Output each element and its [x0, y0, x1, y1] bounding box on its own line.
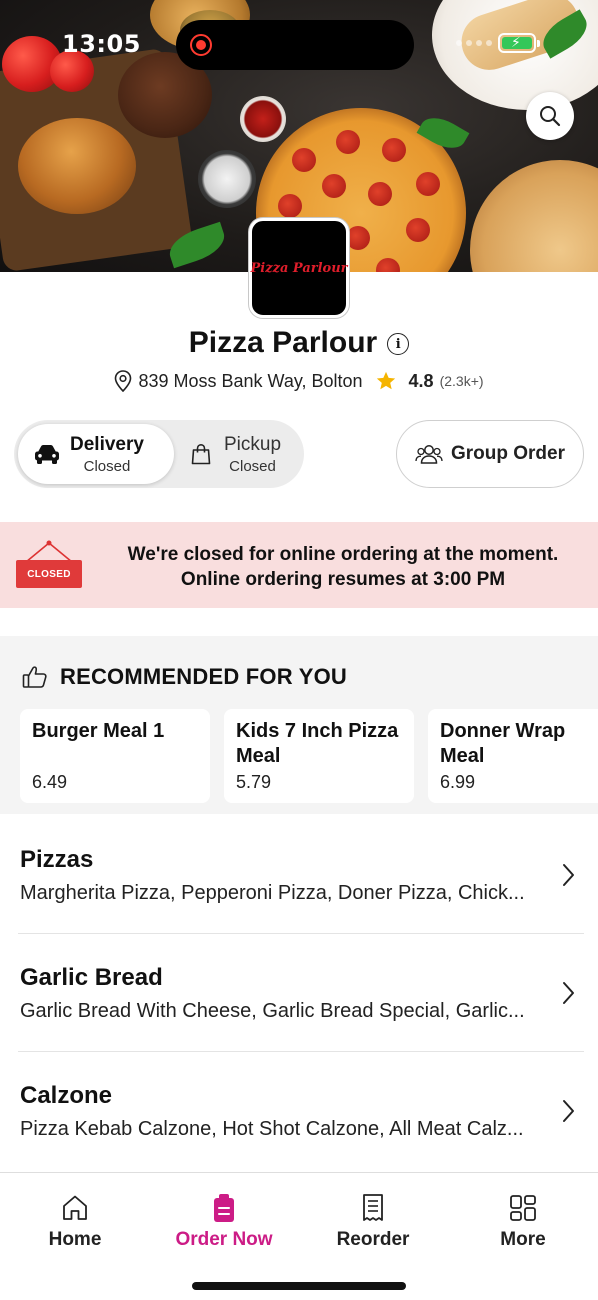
- home-icon: [63, 1195, 87, 1220]
- group-order-button[interactable]: Group Order: [396, 420, 584, 488]
- car-icon: [35, 445, 59, 464]
- recommended-section: RECOMMENDED FOR YOU Burger Meal 1 6.49 K…: [0, 636, 598, 814]
- shopping-bag-icon: [191, 443, 211, 465]
- nav-more-label: More: [500, 1229, 546, 1250]
- recommended-header: RECOMMENDED FOR YOU: [22, 664, 347, 690]
- nav-order-now-label: Order Now: [175, 1229, 273, 1250]
- delivery-option[interactable]: Delivery Closed: [18, 424, 174, 484]
- closed-message-line2: Online ordering resumes at 3:00 PM: [180, 569, 506, 590]
- pickup-label: Pickup: [224, 433, 282, 455]
- category-name: Garlic Bread: [20, 964, 163, 991]
- group-icon: [415, 445, 443, 464]
- recommended-item-price: 6.99: [440, 772, 476, 792]
- search-icon: [540, 106, 561, 127]
- category-name: Calzone: [20, 1082, 113, 1109]
- category-row-garlic-bread[interactable]: Garlic Bread Garlic Bread With Cheese, G…: [0, 934, 598, 1052]
- restaurant-logo: Pizza Parlour: [249, 218, 349, 318]
- nav-more[interactable]: More: [458, 1193, 588, 1251]
- grid-icon: [510, 1195, 536, 1221]
- order-icon: [214, 1194, 234, 1222]
- restaurant-title-row: Pizza Parlour i: [0, 326, 598, 360]
- status-time: 13:05: [62, 30, 141, 58]
- nav-reorder[interactable]: Reorder: [308, 1193, 438, 1251]
- recommended-item-price: 5.79: [236, 772, 272, 792]
- category-items: Garlic Bread With Cheese, Garlic Bread S…: [20, 1000, 525, 1022]
- address-row: 839 Moss Bank Way, Bolton 4.8 (2.3k+): [0, 370, 598, 392]
- recommended-item-name: Donner Wrap Meal: [440, 720, 566, 767]
- pickup-state: Closed: [229, 457, 276, 475]
- nav-order-now[interactable]: Order Now: [159, 1193, 289, 1251]
- rating-count: (2.3k+): [439, 373, 484, 389]
- star-icon: [376, 371, 395, 390]
- nav-home[interactable]: Home: [10, 1193, 140, 1251]
- order-mode-toggle: Delivery Closed Pickup Closed: [14, 420, 304, 488]
- pizza-decor: [470, 160, 598, 272]
- battery-icon: ⚡: [498, 33, 540, 53]
- rating-value: 4.8: [408, 370, 434, 391]
- recommended-item[interactable]: Donner Wrap Meal 6.99: [428, 709, 598, 803]
- chevron-right-icon: [563, 864, 574, 886]
- salt-bowl-decor: [198, 150, 256, 208]
- sauce-bowl-decor: [240, 96, 286, 142]
- delivery-label: Delivery: [70, 433, 144, 455]
- pickup-option[interactable]: Pickup Closed: [180, 424, 300, 484]
- category-items: Pizza Kebab Calzone, Hot Shot Calzone, A…: [20, 1118, 524, 1140]
- restaurant-address: 839 Moss Bank Way, Bolton: [138, 370, 363, 391]
- logo-text: Pizza Parlour: [250, 260, 348, 276]
- closed-sign-text: CLOSED: [27, 568, 71, 580]
- closed-message: We're closed for online ordering at the …: [110, 542, 576, 592]
- recording-indicator-icon: [190, 34, 212, 56]
- info-icon[interactable]: i: [387, 333, 410, 355]
- category-items: Margherita Pizza, Pepperoni Pizza, Doner…: [20, 882, 525, 904]
- delivery-state: Closed: [83, 457, 131, 475]
- category-row-calzone[interactable]: Calzone Pizza Kebab Calzone, Hot Shot Ca…: [0, 1052, 598, 1170]
- closed-message-line1: We're closed for online ordering at the …: [127, 544, 559, 565]
- thumbs-up-icon: [22, 666, 47, 688]
- nav-reorder-label: Reorder: [336, 1229, 410, 1250]
- burger-decor: [18, 118, 136, 214]
- group-order-label: Group Order: [450, 443, 565, 464]
- restaurant-name: Pizza Parlour: [188, 326, 378, 359]
- closed-sign-icon: CLOSED: [16, 540, 82, 590]
- signal-icon: [456, 40, 492, 46]
- recommended-item-price: 6.49: [32, 772, 68, 792]
- chevron-right-icon: [563, 982, 574, 1004]
- home-indicator: [192, 1282, 406, 1290]
- recommended-item[interactable]: Burger Meal 1 6.49: [20, 709, 210, 803]
- category-name: Pizzas: [20, 846, 94, 873]
- receipt-icon: [363, 1194, 383, 1221]
- bottom-nav: Home Order Now Reorder More: [0, 1172, 598, 1300]
- category-row-pizzas[interactable]: Pizzas Margherita Pizza, Pepperoni Pizza…: [0, 816, 598, 934]
- closed-banner: CLOSED We're closed for online ordering …: [0, 522, 598, 608]
- recommended-item-name: Burger Meal 1: [32, 720, 165, 742]
- recommended-item-name: Kids 7 Inch Pizza Meal: [236, 720, 399, 767]
- chevron-right-icon: [563, 1100, 574, 1122]
- recommended-item[interactable]: Kids 7 Inch Pizza Meal 5.79: [224, 709, 414, 803]
- nav-home-label: Home: [48, 1229, 102, 1250]
- search-button[interactable]: [526, 92, 574, 140]
- location-pin-icon: [115, 370, 132, 392]
- recommended-title: RECOMMENDED FOR YOU: [60, 664, 347, 689]
